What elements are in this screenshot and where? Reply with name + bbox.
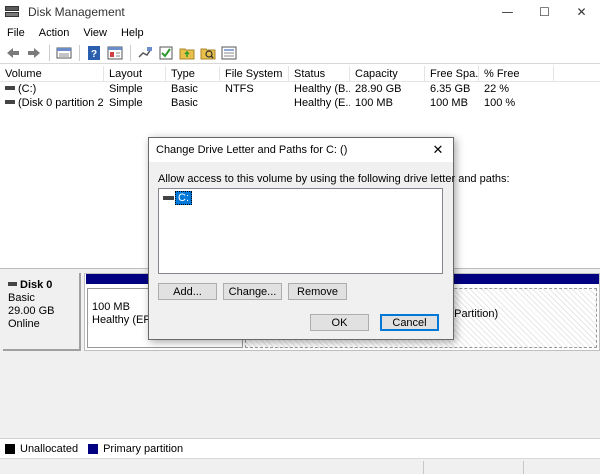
table-row[interactable]: (C:) Simple Basic NTFS Healthy (B... 28.… xyxy=(0,82,600,96)
disk-management-icon xyxy=(5,5,21,19)
dialog-title: Change Drive Letter and Paths for C: () xyxy=(156,144,348,156)
drive-letter-list[interactable]: C: xyxy=(158,188,443,274)
drive-letter-item: C: xyxy=(175,191,192,205)
toolbar-separator xyxy=(79,44,80,61)
disk-0-label[interactable]: Disk 0 Basic 29.00 GB Online xyxy=(3,273,81,351)
column-header-type[interactable]: Type xyxy=(166,66,220,81)
ok-button[interactable]: OK xyxy=(310,314,369,331)
unallocated-swatch xyxy=(5,443,15,454)
menu-action[interactable]: Action xyxy=(32,27,77,39)
volume-list-icon[interactable] xyxy=(54,44,73,62)
dialog-close-button[interactable]: ✕ xyxy=(423,138,453,162)
disk-size: 29.00 GB xyxy=(8,305,55,317)
file-system-cell xyxy=(220,96,289,110)
free-space-cell: 100 MB xyxy=(430,97,468,109)
capacity-cell: 100 MB xyxy=(355,97,393,109)
column-header-status[interactable]: Status xyxy=(289,66,350,81)
change-drive-letter-dialog: Change Drive Letter and Paths for C: () … xyxy=(148,137,510,340)
primary-partition-swatch xyxy=(88,443,99,454)
legend-unallocated: Unallocated xyxy=(20,442,79,455)
remove-button[interactable]: Remove xyxy=(288,283,347,300)
search-folder-icon[interactable] xyxy=(198,44,217,62)
free-space-cell: 6.35 GB xyxy=(430,83,471,95)
check-icon[interactable] xyxy=(156,44,175,62)
title-bar: Disk Management — ☐ ✕ xyxy=(0,0,600,24)
volume-cell: (Disk 0 partition 2) xyxy=(0,96,104,110)
volume-cell: (C:) xyxy=(0,82,104,96)
volume-list-header: Volume Layout Type File System Status Ca… xyxy=(0,66,600,82)
window-title: Disk Management xyxy=(28,5,125,19)
disk-name: Disk 0 xyxy=(20,279,53,291)
disk-icon xyxy=(8,282,17,287)
column-header-layout[interactable]: Layout xyxy=(104,66,166,81)
menu-file[interactable]: File xyxy=(0,27,32,39)
toolbar: ? xyxy=(0,42,600,64)
menu-help[interactable]: Help xyxy=(114,27,151,39)
column-header-volume[interactable]: Volume xyxy=(0,66,104,81)
back-arrow-icon[interactable] xyxy=(3,44,22,62)
folder-icon[interactable] xyxy=(177,44,196,62)
column-header-capacity[interactable]: Capacity xyxy=(350,66,425,81)
forward-arrow-icon[interactable] xyxy=(24,44,43,62)
percent-free-cell: 22 % xyxy=(484,83,510,95)
percent-free-cell: 100 % xyxy=(484,97,516,109)
status-cell: Healthy (B... xyxy=(294,83,350,95)
drive-icon xyxy=(5,100,15,105)
type-cell: Basic xyxy=(171,97,198,109)
column-header-file-system[interactable]: File System xyxy=(220,66,289,81)
disk-state: Online xyxy=(8,318,40,330)
volume-name: (C:) xyxy=(18,83,37,95)
table-row[interactable]: (Disk 0 partition 2) Simple Basic Health… xyxy=(0,96,600,110)
help-icon[interactable]: ? xyxy=(84,44,103,62)
drive-icon xyxy=(163,196,174,200)
toolbar-separator xyxy=(130,44,131,61)
status-bar xyxy=(0,458,600,474)
type-cell: Basic xyxy=(171,83,198,95)
properties-icon[interactable] xyxy=(105,44,124,62)
legend-primary-partition: Primary partition xyxy=(103,442,184,455)
volume-name: (Disk 0 partition 2) xyxy=(18,97,104,109)
layout-cell: Simple xyxy=(109,83,143,95)
list-item[interactable]: C: xyxy=(163,191,192,205)
capacity-cell: 28.90 GB xyxy=(355,83,402,95)
dialog-title-bar: Change Drive Letter and Paths for C: () … xyxy=(149,138,453,162)
change-button[interactable]: Change... xyxy=(223,283,282,300)
status-cell: Healthy (E... xyxy=(294,97,350,109)
disk-type: Basic xyxy=(8,292,35,304)
status-separator xyxy=(523,461,524,474)
file-system-cell: NTFS xyxy=(225,83,254,95)
toolbar-separator xyxy=(49,44,50,61)
minimize-button[interactable]: — xyxy=(489,0,526,24)
menu-bar: File Action View Help xyxy=(0,24,600,42)
add-button[interactable]: Add... xyxy=(158,283,217,300)
close-button[interactable]: ✕ xyxy=(563,0,600,24)
dialog-description: Allow access to this volume by using the… xyxy=(158,173,510,185)
svg-text:?: ? xyxy=(90,49,96,60)
legend: Unallocated Primary partition xyxy=(0,438,600,458)
settings-icon[interactable] xyxy=(219,44,238,62)
menu-view[interactable]: View xyxy=(76,27,114,39)
connect-icon[interactable] xyxy=(135,44,154,62)
drive-icon xyxy=(5,86,15,91)
cancel-button[interactable]: Cancel xyxy=(380,314,439,331)
maximize-button[interactable]: ☐ xyxy=(526,0,563,24)
status-separator xyxy=(423,461,424,474)
column-header-percent-free[interactable]: % Free xyxy=(479,66,554,81)
layout-cell: Simple xyxy=(109,97,143,109)
column-header-free-space[interactable]: Free Spa... xyxy=(425,66,479,81)
